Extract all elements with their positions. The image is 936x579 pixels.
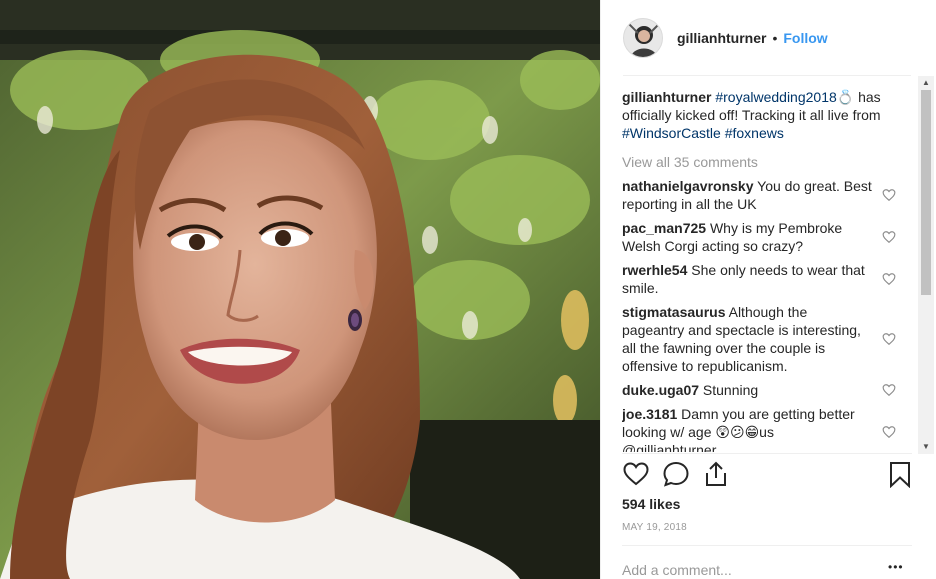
heart-icon[interactable] xyxy=(622,460,650,488)
follow-button[interactable]: Follow xyxy=(783,30,827,46)
add-comment-divider xyxy=(622,545,912,546)
like-comment-heart-icon[interactable] xyxy=(882,272,896,286)
scrollbar-thumb[interactable] xyxy=(921,90,931,295)
comment-username[interactable]: rwerhle54 xyxy=(622,262,687,278)
like-comment-heart-icon[interactable] xyxy=(882,332,896,346)
view-all-comments-link[interactable]: View all 35 comments xyxy=(622,153,912,171)
header-separator: • xyxy=(772,29,778,46)
scroll-up-arrow-icon[interactable]: ▲ xyxy=(918,76,934,90)
comment-username[interactable]: duke.uga07 xyxy=(622,382,699,398)
post-date: MAY 19, 2018 xyxy=(622,522,687,533)
more-options-button[interactable]: ••• xyxy=(888,560,912,576)
comments-list[interactable]: gillianhturner #royalwedding2018💍 has of… xyxy=(622,76,912,452)
caption-username[interactable]: gillianhturner xyxy=(622,89,711,105)
bookmark-icon[interactable] xyxy=(886,460,914,488)
comment-item: duke.uga07 Stunning xyxy=(622,381,912,399)
like-comment-heart-icon[interactable] xyxy=(882,188,896,202)
header-username[interactable]: gillianhturner xyxy=(677,30,766,46)
comment-username[interactable]: joe.3181 xyxy=(622,406,677,422)
comment-text: Stunning xyxy=(702,382,759,398)
post-photo[interactable] xyxy=(0,0,600,579)
like-comment-heart-icon[interactable] xyxy=(882,425,896,439)
hashtag-windsorcastle[interactable]: #WindsorCastle xyxy=(622,125,721,141)
comments-scrollbar[interactable]: ▲ ▼ xyxy=(918,76,934,454)
comment-username[interactable]: stigmatasaurus xyxy=(622,304,725,320)
ring-emoji: 💍 xyxy=(836,89,855,105)
likes-count[interactable]: 594 likes xyxy=(622,496,680,512)
comment-icon[interactable] xyxy=(662,460,690,488)
hashtag-royalwedding2018[interactable]: #royalwedding2018 xyxy=(715,89,836,105)
comment-item: stigmatasaurus Although the pageantry an… xyxy=(622,303,912,375)
post-actions-bar xyxy=(622,460,914,490)
comment-username[interactable]: nathanielgavronsky xyxy=(622,178,754,194)
scroll-down-arrow-icon[interactable]: ▼ xyxy=(918,440,934,454)
avatar[interactable] xyxy=(623,17,663,58)
hashtag-foxnews[interactable]: #foxnews xyxy=(725,125,784,141)
comment-item: rwerhle54 She only needs to wear that sm… xyxy=(622,261,912,297)
share-icon[interactable] xyxy=(702,460,730,488)
comment-item: pac_man725 Why is my Pembroke Welsh Corg… xyxy=(622,219,912,255)
like-comment-heart-icon[interactable] xyxy=(882,230,896,244)
comment-item: nathanielgavronsky You do great. Best re… xyxy=(622,177,912,213)
comment-item: joe.3181 Damn you are getting better loo… xyxy=(622,405,912,452)
comments-divider xyxy=(622,453,912,454)
post-caption: gillianhturner #royalwedding2018💍 has of… xyxy=(622,88,892,142)
add-comment-input[interactable] xyxy=(622,560,872,579)
comment-username[interactable]: pac_man725 xyxy=(622,220,706,236)
like-comment-heart-icon[interactable] xyxy=(882,383,896,397)
post-header: gillianhturner • Follow xyxy=(601,0,936,75)
